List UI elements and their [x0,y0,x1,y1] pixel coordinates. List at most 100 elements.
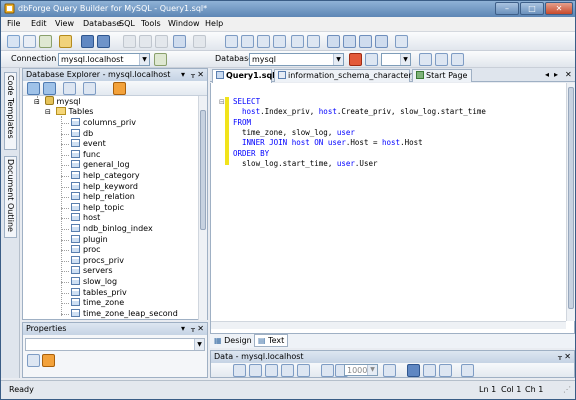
new-report-icon[interactable] [39,35,52,48]
tree-table-item[interactable]: host [71,213,100,224]
menu-database[interactable]: Database [83,19,121,28]
alphabetical-icon[interactable] [42,354,55,367]
menu-view[interactable]: View [55,19,74,28]
data-edit-icon[interactable] [249,364,262,377]
tab-scroll-left-icon[interactable]: ◂ [545,70,549,79]
outdent-icon[interactable] [307,35,320,48]
explorer-scrollbar[interactable] [198,96,207,320]
tree-table-item[interactable]: procs_priv [71,255,124,267]
forward-icon[interactable] [43,82,56,95]
open-folder-icon[interactable] [59,35,72,48]
grid-view-icon[interactable] [407,364,420,377]
menu-tools[interactable]: Tools [141,19,161,28]
tab-document-outline[interactable]: Document Outline [4,156,17,238]
panel-close-icon[interactable]: ✕ [197,70,204,79]
properties-object-select[interactable]: ▼ [25,338,205,351]
save-icon[interactable] [81,35,94,48]
save-all-icon[interactable] [97,35,110,48]
categorized-icon[interactable] [27,354,40,367]
profiler-icon[interactable] [451,53,464,66]
data-pin-icon[interactable]: ᚁ [558,352,562,361]
maximize-button[interactable]: □ [520,2,544,15]
data-post-icon[interactable] [297,364,310,377]
explorer-scroll-thumb[interactable] [200,110,206,230]
tree-table-item[interactable]: db [71,128,93,140]
tree-table-item[interactable]: ndb_binlog_index [71,224,153,235]
data-close-icon[interactable]: ✕ [564,352,571,361]
tree-table-item[interactable]: help_topic [71,202,124,214]
tree-db-node[interactable]: ⊟ mysql [34,96,81,107]
pin-icon[interactable]: ▾ [181,70,185,79]
editor-vscroll-thumb[interactable] [568,87,574,309]
indent-icon[interactable] [291,35,304,48]
options-icon[interactable] [395,35,408,48]
tree-tables-folder[interactable]: ⊟ Tables [45,107,93,118]
tab-text[interactable]: ▤ Text [254,334,289,347]
export-data-icon[interactable] [439,364,452,377]
collapse-icon[interactable]: ⊟ [219,98,225,106]
stop-icon[interactable] [365,53,378,66]
menu-window[interactable]: Window [168,19,200,28]
script-icon[interactable] [419,53,432,66]
export-icon[interactable] [435,53,448,66]
uncomment-icon[interactable] [257,35,270,48]
comment-icon[interactable] [241,35,254,48]
menu-file[interactable]: File [7,19,20,28]
tree-table-item[interactable]: help_relation [71,192,135,203]
menu-edit[interactable]: Edit [31,19,47,28]
menu-sql[interactable]: SQL [119,19,135,28]
data-delete-icon[interactable] [281,364,294,377]
copy-icon[interactable] [139,35,152,48]
data-next-icon[interactable] [383,364,396,377]
tree-table-item[interactable]: general_log [71,160,130,171]
tree-table-item[interactable]: tables_priv [71,287,127,299]
filter-icon[interactable] [113,82,126,95]
tree-table-item[interactable]: time_zone_leap_second [71,308,178,320]
tree-table-item[interactable]: servers [71,266,113,277]
tab-close-icon[interactable]: ✕ [565,70,572,79]
new-query-icon[interactable] [23,35,36,48]
sql-editor[interactable]: ⊟ SELECT host.Index_priv, host.Create_pr… [210,83,575,333]
tab-scroll-right-icon[interactable]: ▸ [554,70,558,79]
resize-grip-icon[interactable]: ⋰ [563,385,571,394]
tree-table-item[interactable]: proc [71,245,100,256]
data-first-icon[interactable] [321,364,334,377]
format-icon[interactable] [225,35,238,48]
tree-table-item[interactable]: func [71,149,100,161]
new-connection-icon[interactable] [83,82,96,95]
bookmark-icon[interactable] [327,35,340,48]
tree-table-item[interactable]: help_keyword [71,181,138,193]
row-limit-select[interactable]: 1000 ▼ [344,364,378,376]
print-icon[interactable] [461,364,474,377]
properties-autohide-icon[interactable]: ᚁ [191,324,195,333]
tab-design[interactable]: ▦ Design [214,336,252,345]
data-refresh-icon[interactable] [233,364,246,377]
window-list-icon[interactable] [343,35,356,48]
tree-table-item[interactable]: help_category [71,171,140,182]
cut-icon[interactable] [123,35,136,48]
connection-select[interactable]: mysql.localhost ▼ [58,53,150,66]
paste-icon[interactable] [155,35,168,48]
new-sql-icon[interactable] [7,35,20,48]
autohide-icon[interactable]: ᚁ [191,70,195,79]
replace-icon[interactable] [375,35,388,48]
tab-information-schema[interactable]: information_schema_character_sets [274,69,432,82]
tree-table-item[interactable]: columns_priv [71,118,136,129]
tab-start-page[interactable]: Start Page [412,69,472,82]
tab-query1[interactable]: Query1.sql* [212,69,279,83]
back-icon[interactable] [27,82,40,95]
card-view-icon[interactable] [423,364,436,377]
undo-icon[interactable] [173,35,186,48]
tab-code-templates[interactable]: Code Templates [4,72,17,150]
execute-icon[interactable] [349,53,362,66]
database-select[interactable]: mysql ▼ [249,53,344,66]
minimize-button[interactable]: – [495,2,519,15]
tree-table-item[interactable]: plugin [71,234,108,246]
find-icon[interactable] [359,35,372,48]
properties-pin-icon[interactable]: ▾ [181,324,185,333]
execute-mode-select[interactable]: ▼ [381,53,411,66]
redo-icon[interactable] [193,35,206,48]
connect-icon[interactable] [154,53,167,66]
refresh-icon[interactable] [63,82,76,95]
editor-vscroll[interactable] [566,83,575,321]
